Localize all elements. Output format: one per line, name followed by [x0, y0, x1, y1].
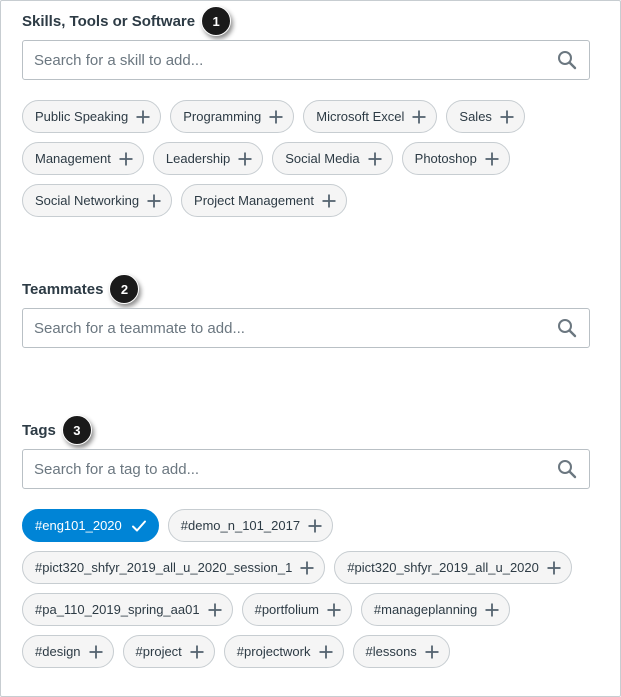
plus-icon: [89, 645, 103, 658]
tags-heading: Tags 3: [22, 415, 590, 445]
tag-chip[interactable]: #project: [122, 635, 215, 668]
tag-chip[interactable]: #portfolium: [241, 593, 352, 626]
skill-chip-label: Photoshop: [414, 151, 477, 166]
skill-chip-label: Microsoft Excel: [316, 109, 405, 124]
tags-search-box[interactable]: [22, 449, 590, 489]
tag-chip[interactable]: #demo_n_101_2017: [167, 509, 334, 542]
tags-title: Tags: [22, 421, 56, 439]
teammates-search-input[interactable]: [23, 309, 589, 347]
plus-icon: [368, 152, 382, 165]
plus-icon: [485, 603, 499, 616]
skill-chip[interactable]: Social Networking: [22, 184, 173, 217]
search-icon[interactable]: [557, 50, 577, 70]
skill-chip-label: Programming: [183, 109, 262, 124]
skill-chip-label: Sales: [459, 109, 492, 124]
skill-chip[interactable]: Photoshop: [401, 142, 510, 175]
tag-chip[interactable]: #pict320_shfyr_2019_all_u_2020: [334, 551, 572, 584]
step-badge-2: 2: [109, 274, 140, 304]
teammates-title: Teammates: [22, 280, 104, 298]
plus-icon: [425, 645, 439, 658]
skill-chip[interactable]: Public Speaking: [22, 100, 162, 133]
plus-icon: [485, 152, 499, 165]
search-icon[interactable]: [557, 459, 577, 479]
skills-search-input[interactable]: [23, 41, 589, 79]
skill-chip[interactable]: Microsoft Excel: [303, 100, 438, 133]
skill-chip[interactable]: Sales: [446, 100, 525, 133]
plus-icon: [327, 603, 341, 616]
skill-chip[interactable]: Social Media: [272, 142, 393, 175]
tag-chip-label: #pict320_shfyr_2019_all_u_2020: [347, 560, 539, 575]
plus-icon: [269, 110, 283, 123]
plus-icon: [547, 561, 561, 574]
plus-icon: [319, 645, 332, 658]
tag-chip-label: #project: [135, 644, 182, 659]
tag-chip[interactable]: #pict320_shfyr_2019_all_u_2020_session_1: [22, 551, 326, 584]
tag-chip[interactable]: #design: [22, 635, 114, 668]
plus-icon: [208, 603, 222, 616]
tag-chip-selected[interactable]: #eng101_2020: [22, 509, 159, 542]
plus-icon: [322, 194, 336, 207]
skills-title: Skills, Tools or Software: [22, 12, 196, 30]
step-badge-3: 3: [61, 415, 92, 445]
tag-chip[interactable]: #manageplanning: [360, 593, 511, 626]
tag-chip[interactable]: #lessons: [352, 635, 450, 668]
tag-chip[interactable]: #pa_110_2019_spring_aa01: [22, 593, 233, 626]
step-badge-1: 1: [201, 6, 232, 36]
tags-search-input[interactable]: [23, 450, 589, 488]
plus-icon: [238, 152, 252, 165]
tag-chip-label: #pa_110_2019_spring_aa01: [35, 602, 200, 617]
plus-icon: [136, 110, 150, 123]
search-icon[interactable]: [557, 318, 577, 338]
skills-search-box[interactable]: [22, 40, 590, 80]
plus-icon: [500, 110, 514, 123]
skill-chip[interactable]: Programming: [170, 100, 295, 133]
plus-icon: [300, 561, 314, 574]
skill-chip-label: Social Media: [285, 151, 360, 166]
tag-chip-label: #demo_n_101_2017: [180, 518, 301, 533]
tag-chip[interactable]: #projectwork: [223, 635, 344, 668]
skills-chip-list: Public Speaking Programming Microsoft Exce…: [22, 100, 590, 217]
teammates-section: Teammates 2: [22, 274, 590, 348]
skill-chip-label: Project Management: [194, 193, 314, 208]
skill-chip-label: Public Speaking: [35, 109, 129, 124]
skill-chip-label: Social Networking: [35, 193, 140, 208]
checkmark-icon: [131, 520, 146, 531]
plus-icon: [308, 519, 322, 532]
plus-icon: [412, 110, 426, 123]
plus-icon: [190, 645, 204, 658]
tags-section: Tags 3 #eng101_2020 #demo_n_101_2017 #pic…: [22, 415, 590, 668]
tag-chip-label: #eng101_2020: [35, 518, 122, 533]
tags-chip-list: #eng101_2020 #demo_n_101_2017 #pict320_sh…: [22, 509, 590, 668]
skill-chip[interactable]: Management: [22, 142, 144, 175]
tag-chip-label: #pict320_shfyr_2019_all_u_2020_session_1: [35, 560, 293, 575]
skill-chip[interactable]: Leadership: [152, 142, 264, 175]
skills-section: Skills, Tools or Software 1 Public Speak…: [22, 6, 590, 217]
teammates-heading: Teammates 2: [22, 274, 590, 304]
tag-chip-label: #design: [35, 644, 81, 659]
skill-chip[interactable]: Project Management: [181, 184, 347, 217]
plus-icon: [119, 152, 133, 165]
tag-chip-label: #projectwork: [236, 644, 311, 659]
plus-icon: [147, 194, 161, 207]
teammates-search-box[interactable]: [22, 308, 590, 348]
tag-chip-label: #lessons: [365, 644, 417, 659]
tag-chip-label: #portfolium: [254, 602, 319, 617]
tag-chip-label: #manageplanning: [373, 602, 478, 617]
skills-heading: Skills, Tools or Software 1: [22, 6, 590, 36]
skill-chip-label: Leadership: [165, 151, 231, 166]
skill-chip-label: Management: [35, 151, 111, 166]
